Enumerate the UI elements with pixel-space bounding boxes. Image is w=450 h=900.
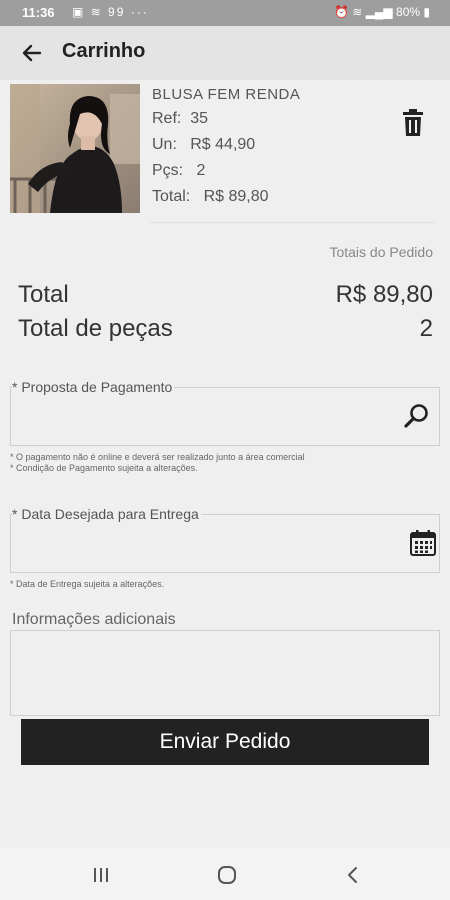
order-total-label: Total (18, 281, 69, 308)
payment-notes: * O pagamento não é online e deverá ser … (10, 452, 305, 474)
item-total-value: R$ 89,80 (203, 188, 269, 205)
system-nav-bar (0, 848, 450, 900)
signal-icon: ▂▄▆ (365, 5, 393, 19)
app-toolbar: Carrinho (0, 26, 450, 80)
payment-proposal-label: * Proposta de Pagamento (12, 379, 175, 395)
item-divider (150, 222, 435, 223)
item-total-label: Total: (152, 188, 191, 205)
product-image[interactable] (10, 84, 140, 213)
battery-percent: 80% (396, 5, 421, 19)
calendar-icon[interactable] (409, 529, 437, 557)
totals-header: Totais do Pedido (329, 244, 433, 260)
back-nav-icon[interactable] (345, 866, 361, 884)
wifi-icon: ≋ (352, 5, 363, 19)
status-bar: 11:36 ▣ ≋ 99 ··· ⏰ ≋ ▂▄▆ 80% ▮ (0, 0, 450, 26)
product-ref: Ref: 35 (152, 110, 208, 128)
qty-value: 2 (196, 162, 206, 179)
product-name: BLUSA FEM RENDA (152, 86, 301, 103)
order-total-value: R$ 89,80 (335, 281, 433, 308)
home-icon[interactable] (217, 865, 237, 885)
product-quantity: Pçs: 2 (152, 162, 205, 180)
unit-label: Un: (152, 136, 177, 153)
unit-value: R$ 44,90 (190, 136, 256, 153)
delivery-date-field[interactable] (10, 514, 440, 573)
delivery-date-label: * Data Desejada para Entrega (12, 506, 201, 522)
recent-apps-icon[interactable] (92, 866, 110, 884)
total-pieces-label: Total de peças (18, 315, 173, 342)
alarm-icon: ⏰ (334, 5, 349, 19)
qty-label: Pçs: (152, 162, 184, 179)
status-time: 11:36 (22, 5, 55, 20)
trash-icon[interactable] (399, 108, 427, 138)
payment-proposal-field[interactable] (10, 387, 440, 446)
status-right: ⏰ ≋ ▂▄▆ 80% ▮ (334, 5, 430, 19)
delivery-note: * Data de Entrega sujeita a alterações. (10, 579, 165, 589)
ref-value: 35 (190, 110, 209, 127)
product-unit-price: Un: R$ 44,90 (152, 136, 255, 154)
additional-info-textarea[interactable] (10, 630, 440, 716)
payment-note-online: * O pagamento não é online e deverá ser … (10, 452, 305, 462)
submit-order-button[interactable]: Enviar Pedido (21, 719, 429, 765)
total-pieces-value: 2 (419, 315, 433, 342)
search-icon[interactable] (403, 402, 431, 430)
battery-icon: ▮ (423, 5, 430, 19)
back-arrow-icon[interactable] (18, 39, 46, 67)
page-title: Carrinho (62, 40, 146, 62)
notification-icons: ▣ ≋ 99 ··· (72, 5, 149, 19)
product-total: Total: R$ 89,80 (152, 188, 269, 206)
payment-note-conditions: * Condição de Pagamento sujeita a altera… (10, 463, 198, 473)
ref-label: Ref: (152, 110, 182, 127)
additional-info-label: Informações adicionais (12, 611, 178, 629)
